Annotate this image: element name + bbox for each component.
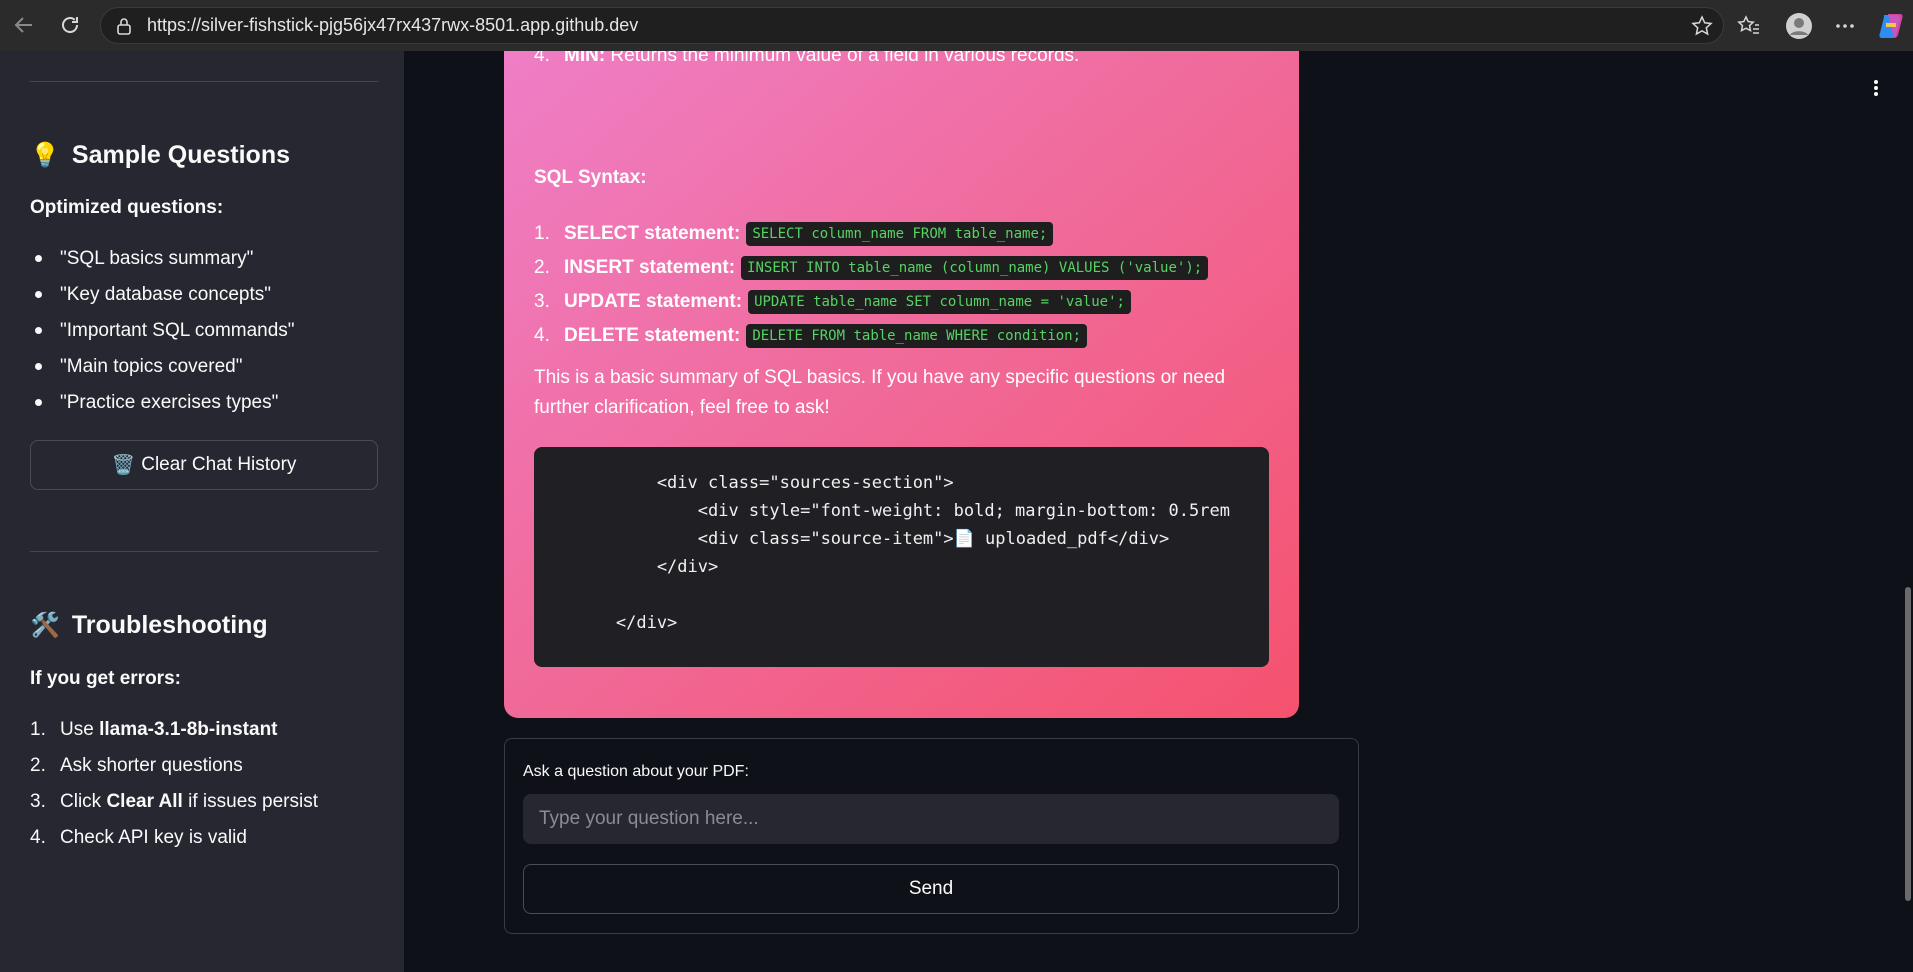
code-line: <div style="font-weight: bold; margin-bo… [534,501,1230,521]
copilot-button[interactable] [1876,0,1906,51]
sample-questions-heading: 💡 Sample Questions [30,141,291,169]
list-item: 1. Use llama-3.1-8b-instant [30,719,278,740]
question-form: Ask a question about your PDF: Send [504,738,1359,934]
inline-code: INSERT INTO table_name (column_name) VAL… [741,256,1209,280]
code-line: <div class="sources-section"> [534,473,954,493]
main-area: 4. MIN: Returns the minimum value of a fi… [404,51,1913,972]
lock-icon[interactable] [113,15,135,37]
sidebar: 💡 Sample Questions Optimized questions: … [0,51,404,972]
reload-button[interactable] [50,5,90,45]
sql-syntax-heading: SQL Syntax: [534,167,647,188]
list-item: "Practice exercises types" [30,385,295,421]
browser-toolbar: https://silver-fishstick-pjg56jx47rx437r… [0,0,1913,51]
back-arrow-icon [14,17,32,33]
list-item: 4. DELETE statement: DELETE FROM table_nam… [534,319,1208,353]
clear-chat-history-button[interactable]: 🗑️ Clear Chat History [30,440,378,490]
wastebasket-icon: 🗑️ [111,455,136,476]
list-item: 2. INSERT statement: INSERT INTO table_nam… [534,251,1209,285]
list-item: "Important SQL commands" [30,313,295,349]
list-item: "SQL basics summary" [30,241,295,277]
list-item: "Main topics covered" [30,349,295,385]
optimized-questions-label: Optimized questions: [30,197,224,218]
list-item: "Key database concepts" [30,277,295,313]
favorites-icon [1737,14,1759,34]
reload-icon [62,17,78,33]
more-vertical-icon [1874,80,1878,96]
more-horizontal-icon [1836,23,1854,28]
tools-icon: 🛠️ [30,612,60,639]
favorite-star-icon[interactable] [1691,15,1713,42]
troubleshooting-list: 1. Use llama-3.1-8b-instant 2. Ask shorter… [30,712,318,856]
lightbulb-icon: 💡 [30,142,60,169]
assistant-message: 4. MIN: Returns the minimum value of a fi… [504,51,1299,718]
list-item: 3. UPDATE statement: UPDATE table_name SET… [534,285,1208,319]
summary-paragraph: This is a basic summary of SQL basics. I… [534,367,1226,418]
sql-syntax-list: 1. SELECT statement: SELECT column_name FR… [534,217,1209,353]
list-item: 2. Ask shorter questions [30,755,243,776]
favorites-button[interactable] [1736,0,1760,51]
code-line: </div> [534,557,719,577]
sidebar-divider [30,551,378,552]
code-block: <div class="sources-section"> <div style… [534,447,1269,667]
scrollbar-thumb[interactable] [1905,587,1911,901]
question-input[interactable] [523,794,1339,844]
list-item: 3. Click Clear All if issues persist [30,791,318,812]
send-button[interactable]: Send [523,864,1339,914]
more-menu-button[interactable] [1834,0,1856,51]
page-scrollbar[interactable] [1903,51,1913,972]
address-bar[interactable]: https://silver-fishstick-pjg56jx47rx437r… [100,7,1724,44]
copilot-icon [1879,13,1903,38]
inline-code: DELETE FROM table_name WHERE condition; [746,324,1088,348]
url-text[interactable]: https://silver-fishstick-pjg56jx47rx437r… [147,15,638,36]
code-line: </div> [534,613,678,633]
list-item: 1. SELECT statement: SELECT column_name FR… [534,217,1208,251]
sidebar-divider [30,81,378,82]
inline-code: UPDATE table_name SET column_name = 'val… [748,290,1131,314]
sample-questions-list: "SQL basics summary" "Key database conce… [30,241,295,421]
main-menu-button[interactable] [1873,79,1879,102]
profile-avatar-icon [1786,12,1812,39]
question-label: Ask a question about your PDF: [523,763,749,780]
list-item: 4. MIN: Returns the minimum value of a fi… [534,51,1080,66]
list-item: 4. Check API key is valid [30,827,247,848]
back-button[interactable] [4,5,44,45]
errors-label: If you get errors: [30,668,181,689]
troubleshooting-heading: 🛠️ Troubleshooting [30,611,268,639]
profile-button[interactable] [1785,0,1813,51]
inline-code: SELECT column_name FROM table_name; [746,222,1054,246]
code-line: <div class="source-item">📄 uploaded_pdf<… [534,529,1170,549]
